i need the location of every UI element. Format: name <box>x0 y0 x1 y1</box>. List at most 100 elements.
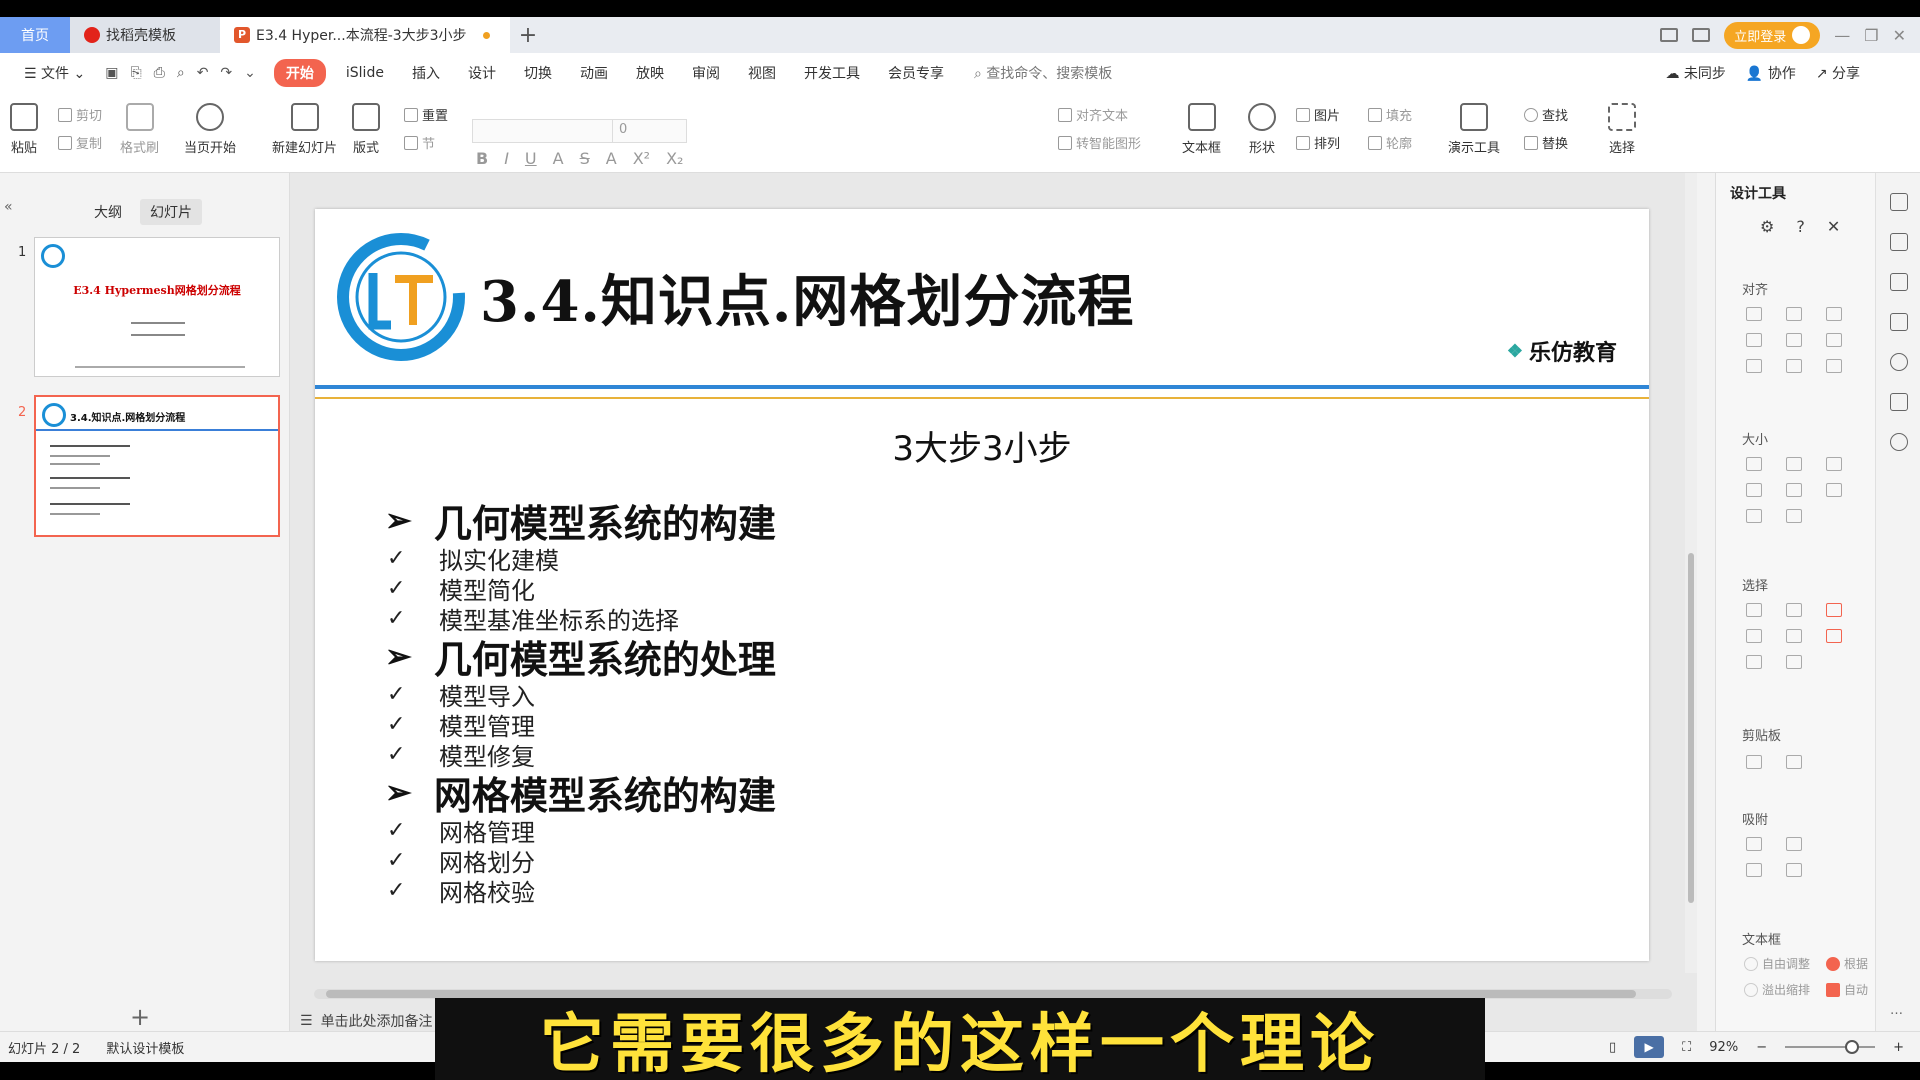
help-circle-icon[interactable] <box>1890 433 1908 451</box>
subscript-icon[interactable]: X₂ <box>666 149 683 168</box>
play-slideshow-button[interactable]: ▶ <box>1634 1036 1665 1058</box>
snap-down-icon[interactable] <box>1786 863 1802 877</box>
zoom-level[interactable]: 92% <box>1709 1040 1738 1055</box>
menu-member[interactable]: 会员专享 <box>874 63 958 83</box>
shape-button[interactable]: 形状 <box>1248 103 1276 156</box>
shadow-icon[interactable]: A <box>553 149 564 168</box>
menu-transition[interactable]: 切换 <box>510 63 566 83</box>
menu-view[interactable]: 视图 <box>734 63 790 83</box>
snap-right-icon[interactable] <box>1786 837 1802 851</box>
menu-insert[interactable]: 插入 <box>398 63 454 83</box>
tab-outline[interactable]: 大纲 <box>84 199 132 225</box>
template-name[interactable]: 默认设计模板 <box>106 1038 184 1057</box>
snap-left-icon[interactable] <box>1746 837 1762 851</box>
customize-icon[interactable]: ⌄ <box>244 65 256 81</box>
minimize-icon[interactable]: — <box>1834 26 1850 45</box>
arrange-button[interactable]: 排列 <box>1296 133 1340 152</box>
replace-button[interactable]: 替换 <box>1524 133 1568 152</box>
strike-icon[interactable]: S <box>580 149 590 168</box>
sync-button[interactable]: ☁ 未同步 <box>1665 63 1725 83</box>
underline-icon[interactable]: U <box>525 149 537 168</box>
fit-option[interactable]: 根据 <box>1826 955 1868 972</box>
pin-icon[interactable] <box>1890 233 1908 251</box>
play-from-current-button[interactable]: 当页开始 <box>184 103 236 156</box>
close-icon[interactable]: ✕ <box>1827 217 1840 236</box>
picture-panel-icon[interactable] <box>1890 313 1908 331</box>
vertical-scrollbar[interactable] <box>1685 173 1697 973</box>
select-bottom-icon[interactable] <box>1746 655 1762 669</box>
tab-document[interactable]: P E3.4 Hyper...本流程-3大步3小步 <box>220 17 510 53</box>
distribute-v-icon[interactable] <box>1786 359 1802 373</box>
slide-thumbnail-1[interactable]: E3.4 Hypermesh网格划分流程 <box>34 237 280 377</box>
fit-icon[interactable] <box>1826 483 1842 497</box>
cut-button[interactable]: 剪切 <box>58 105 102 124</box>
slide-outline[interactable]: ➢ 几何模型系统的构建 ✓ 拟实化建模 ✓ 模型简化 ✓ 模型基准坐标系的选择 ➢ 几何模… <box>385 497 776 907</box>
same-size-icon[interactable] <box>1826 457 1842 471</box>
picture-button[interactable]: 图片 <box>1296 105 1340 124</box>
find-button[interactable]: 查找 <box>1524 105 1568 124</box>
copy-button[interactable]: 复制 <box>58 133 102 152</box>
undo-icon[interactable]: ↶ <box>197 65 209 81</box>
new-slide-button[interactable]: 新建幻灯片 <box>272 103 337 156</box>
select-top-icon[interactable] <box>1746 629 1762 643</box>
fit-window-icon[interactable]: ⛶ <box>1682 1040 1691 1055</box>
filter-icon[interactable] <box>1890 193 1908 211</box>
overflow-option[interactable]: 溢出缩排 <box>1744 981 1810 998</box>
bold-icon[interactable]: B <box>476 149 488 168</box>
presenter-tools-button[interactable]: 演示工具 <box>1448 103 1500 156</box>
auto-option[interactable]: 自动 <box>1826 981 1868 998</box>
restore-icon[interactable]: ❐ <box>1864 26 1878 45</box>
same-height-icon[interactable] <box>1786 457 1802 471</box>
zoom-slider-knob[interactable] <box>1845 1040 1860 1054</box>
tab-slides[interactable]: 幻灯片 <box>140 199 202 225</box>
menu-developer[interactable]: 开发工具 <box>790 63 874 83</box>
layout-button[interactable]: 版式 <box>352 103 380 156</box>
layout-icon[interactable] <box>1660 28 1679 42</box>
select-same-icon[interactable] <box>1746 603 1762 617</box>
slide-subtitle[interactable]: 3大步3小步 <box>315 421 1649 470</box>
export-icon[interactable]: ⎘ <box>130 65 141 81</box>
distribute-icon[interactable] <box>1826 359 1842 373</box>
zoom-out-button[interactable]: − <box>1756 1040 1767 1055</box>
section-button[interactable]: 节 <box>404 133 435 152</box>
stretch-top-icon[interactable] <box>1746 509 1762 523</box>
scrollbar-thumb[interactable] <box>1688 553 1694 903</box>
select-invert-icon[interactable] <box>1826 603 1842 617</box>
textbox-button[interactable]: 文本框 <box>1182 103 1221 156</box>
select-list-icon[interactable] <box>1786 655 1802 669</box>
login-button[interactable]: 立即登录 <box>1724 21 1821 49</box>
more-icon[interactable]: … <box>1890 1003 1908 1021</box>
new-tab-button[interactable]: + <box>510 17 546 53</box>
stretch-bottom-icon[interactable] <box>1786 509 1802 523</box>
font-size-select[interactable]: 0 <box>612 119 687 143</box>
command-search[interactable]: ⌕ 查找命令、搜索模板 <box>974 63 1112 83</box>
book-icon[interactable] <box>1890 393 1908 411</box>
save-icon[interactable]: ▣ <box>105 65 118 81</box>
zoom-slider[interactable] <box>1785 1040 1876 1054</box>
select-button[interactable]: 选择 <box>1608 103 1636 156</box>
settings-icon[interactable]: ⚙ <box>1760 217 1774 236</box>
preview-icon[interactable]: ⌕ <box>177 65 185 81</box>
help-icon[interactable]: ? <box>1796 217 1805 236</box>
close-icon[interactable]: ✕ <box>1893 26 1906 45</box>
select-pointer-icon[interactable] <box>1826 629 1842 643</box>
reading-view-icon[interactable]: ▯ <box>1609 1040 1616 1055</box>
share-button[interactable]: ↗ 分享 <box>1816 63 1860 83</box>
reset-button[interactable]: 重置 <box>404 105 448 124</box>
stretch-right-icon[interactable] <box>1786 483 1802 497</box>
menu-review[interactable]: 审阅 <box>678 63 734 83</box>
paste-format-icon[interactable] <box>1786 755 1802 769</box>
stretch-left-icon[interactable] <box>1746 483 1762 497</box>
select-type-icon[interactable] <box>1786 603 1802 617</box>
collab-button[interactable]: 👤 协作 <box>1746 63 1796 83</box>
italic-icon[interactable]: I <box>504 149 509 168</box>
distribute-h-icon[interactable] <box>1746 359 1762 373</box>
menu-start[interactable]: 开始 <box>273 59 326 87</box>
menu-islide[interactable]: iSlide <box>332 65 398 81</box>
slide-thumbnail-2[interactable]: 3.4.知识点.网格划分流程 <box>34 395 280 537</box>
align-middle-icon[interactable] <box>1786 333 1802 347</box>
fill-button[interactable]: 填充 <box>1368 105 1412 124</box>
superscript-icon[interactable]: X² <box>633 149 650 168</box>
menu-design[interactable]: 设计 <box>454 63 510 83</box>
font-color-icon[interactable]: A <box>606 149 617 168</box>
